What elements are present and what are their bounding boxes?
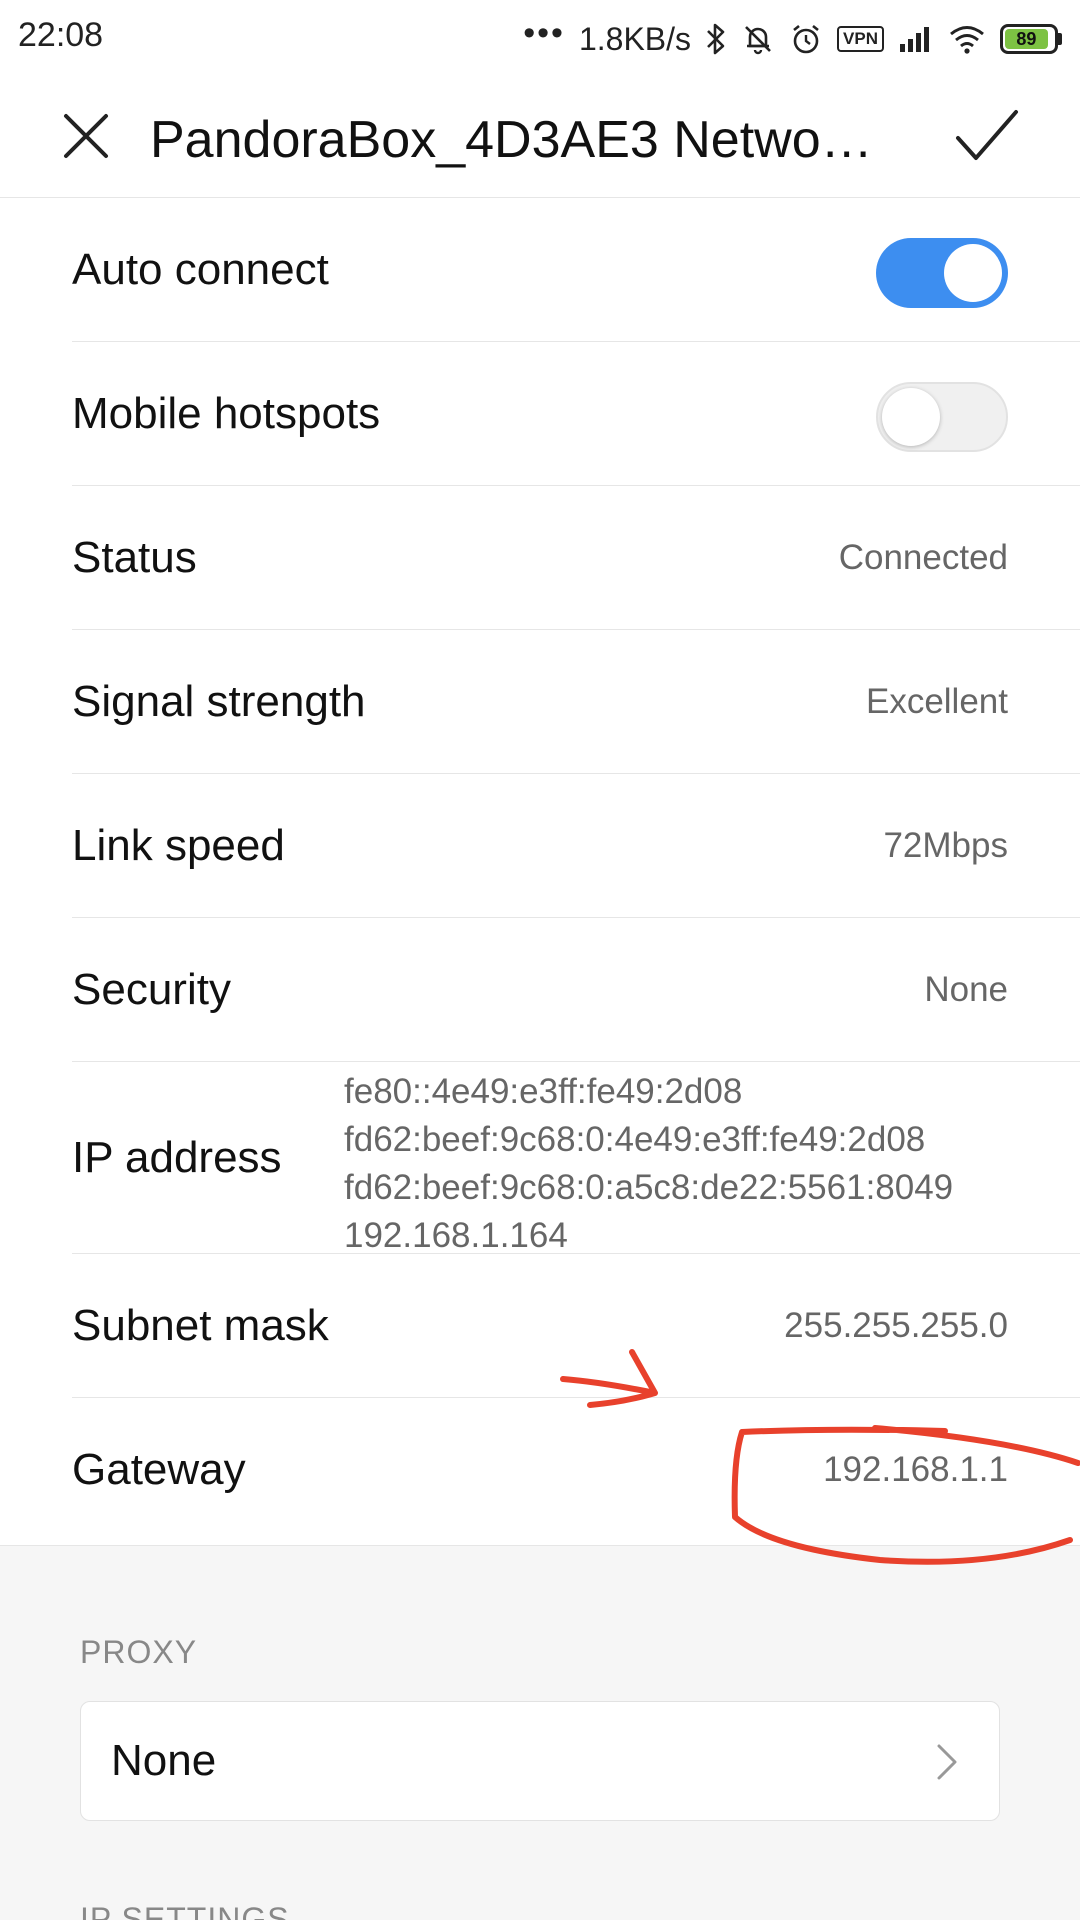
- network-speed: 1.8KB/s: [578, 20, 692, 57]
- vpn-icon: VPN: [837, 26, 884, 52]
- proxy-select[interactable]: None: [80, 1701, 1000, 1821]
- ip-address-row: IP address fe80::4e49:e3ff:fe49:2d08 fd6…: [72, 1062, 1080, 1255]
- alarm-icon: [789, 22, 823, 56]
- ip-address-value: fe80::4e49:e3ff:fe49:2d08: [344, 1072, 743, 1111]
- wifi-network-details-screen: 22:08 ••• 1.8KB/s VPN 89 PandoraBox_4D3A…: [0, 0, 1080, 1920]
- status-row: Status Connected: [72, 486, 1080, 630]
- battery-icon: 89: [1000, 24, 1062, 54]
- ip-address-values: fe80::4e49:e3ff:fe49:2d08 fd62:beef:9c68…: [344, 1068, 953, 1260]
- signal-strength-label: Signal strength: [72, 676, 366, 726]
- gateway-label: Gateway: [72, 1445, 246, 1494]
- signal-strength-value: Excellent: [865, 681, 1008, 721]
- subnet-mask-row: Subnet mask 255.255.255.0: [72, 1254, 1080, 1398]
- subnet-mask-value: 255.255.255.0: [784, 1305, 1008, 1345]
- title-bar: PandoraBox_4D3AE3 Netwo…: [0, 78, 1080, 198]
- gateway-row: Gateway 192.168.1.1: [72, 1398, 1080, 1542]
- more-notifications-icon: •••: [523, 14, 565, 52]
- link-speed-value: 72Mbps: [883, 825, 1008, 865]
- security-row: Security None: [72, 918, 1080, 1062]
- status-time: 22:08: [18, 16, 104, 54]
- proxy-value: None: [111, 1736, 217, 1785]
- proxy-section-label: PROXY: [80, 1634, 198, 1670]
- gateway-value: 192.168.1.1: [823, 1450, 1008, 1489]
- link-speed-label: Link speed: [72, 820, 285, 870]
- close-icon: [64, 114, 108, 158]
- status-value: Connected: [838, 537, 1008, 577]
- checkmark-icon: [956, 110, 1018, 160]
- link-speed-row: Link speed 72Mbps: [72, 774, 1080, 918]
- security-label: Security: [72, 964, 231, 1014]
- page-title: PandoraBox_4D3AE3 Netwo…: [150, 111, 873, 169]
- mobile-hotspots-row[interactable]: Mobile hotspots: [72, 342, 1080, 486]
- toggle-knob: [882, 388, 940, 446]
- chevron-right-icon: [937, 1744, 957, 1780]
- confirm-button[interactable]: [950, 100, 1022, 172]
- auto-connect-toggle[interactable]: [876, 238, 1008, 308]
- mobile-hotspots-toggle[interactable]: [876, 382, 1008, 452]
- status-bar: 22:08 ••• 1.8KB/s VPN 89: [0, 0, 1080, 78]
- toggle-knob: [944, 244, 1002, 302]
- advanced-section: PROXY None IP SETTINGS: [0, 1545, 1080, 1920]
- ip-address-value: fd62:beef:9c68:0:a5c8:de22:5561:8049: [344, 1168, 954, 1207]
- ip-address-label: IP address: [72, 1132, 282, 1182]
- ip-address-value: fd62:beef:9c68:0:4e49:e3ff:fe49:2d08: [344, 1120, 926, 1159]
- subnet-mask-label: Subnet mask: [72, 1300, 329, 1350]
- status-icons: ••• 1.8KB/s VPN 89: [523, 14, 1062, 64]
- battery-level: 89: [1005, 29, 1048, 49]
- bluetooth-icon: [705, 22, 727, 56]
- ip-settings-section-label: IP SETTINGS: [80, 1901, 290, 1920]
- ip-address-value: 192.168.1.164: [344, 1216, 568, 1255]
- security-value: None: [924, 969, 1008, 1009]
- auto-connect-row[interactable]: Auto connect: [72, 198, 1080, 342]
- mobile-hotspots-label: Mobile hotspots: [72, 388, 381, 438]
- cellular-signal-icon: [898, 24, 934, 54]
- status-label: Status: [72, 532, 197, 582]
- wifi-icon: [948, 24, 986, 54]
- auto-connect-label: Auto connect: [72, 244, 329, 294]
- mute-bell-icon: [741, 22, 775, 56]
- close-button[interactable]: [56, 106, 116, 166]
- signal-strength-row: Signal strength Excellent: [72, 630, 1080, 774]
- network-details-list: Auto connect Mobile hotspots Status Conn…: [0, 198, 1080, 1542]
